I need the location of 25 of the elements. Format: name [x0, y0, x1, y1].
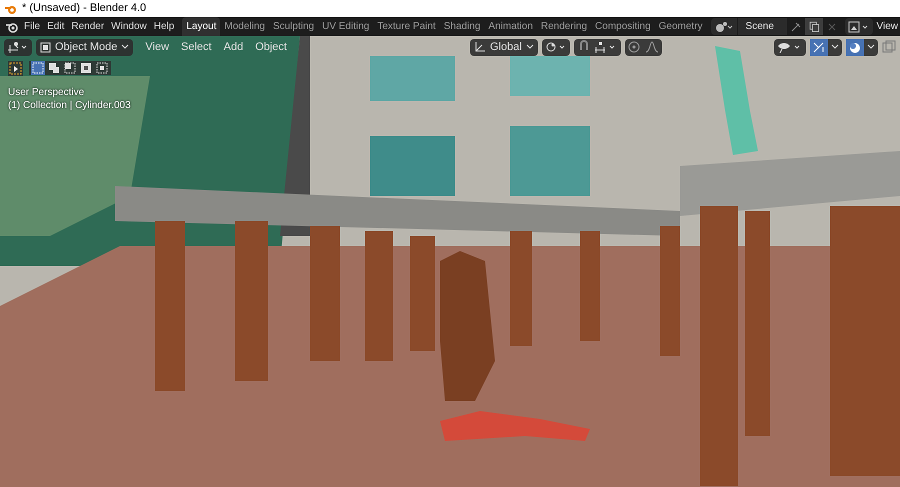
workspace-tab[interactable]: Animation [484, 17, 537, 36]
workspace-tab[interactable]: Texture Paint [373, 17, 440, 36]
menu-item[interactable]: Select [181, 38, 212, 56]
menu-item[interactable]: Window [111, 19, 147, 34]
view-perspective-label: User Perspective [8, 86, 86, 99]
workspace-tab[interactable]: Sculpting [268, 17, 318, 36]
orientation-dropdown[interactable]: Global [470, 38, 538, 56]
menu-item[interactable]: Render [71, 19, 104, 34]
workspace-tab[interactable]: Rendering [536, 17, 592, 36]
menu-item[interactable]: Add [224, 38, 244, 56]
workspace-tab[interactable]: Layout [182, 17, 220, 36]
menu-item[interactable]: View [145, 38, 170, 56]
active-object-label: (1) Collection | Cylinder.003 [8, 99, 132, 112]
view-layer-field[interactable]: View [876, 19, 900, 34]
mode-dropdown[interactable]: Object Mode [36, 38, 134, 56]
workspace-tab[interactable]: Modeling [220, 17, 269, 36]
menu-item[interactable]: Help [154, 19, 174, 34]
menu-item[interactable]: File [24, 19, 40, 34]
workspace-tab[interactable]: Shading [440, 17, 484, 36]
workspace-tab[interactable]: Geometry [654, 17, 707, 36]
menu-item[interactable]: Object [255, 38, 287, 56]
menu-item[interactable]: Edit [47, 19, 64, 34]
workspace-tab[interactable]: UV Editing [318, 17, 374, 36]
window-title: * (Unsaved) - Blender 4.0 [22, 1, 146, 16]
workspace-tab[interactable]: Compositing [591, 17, 655, 36]
